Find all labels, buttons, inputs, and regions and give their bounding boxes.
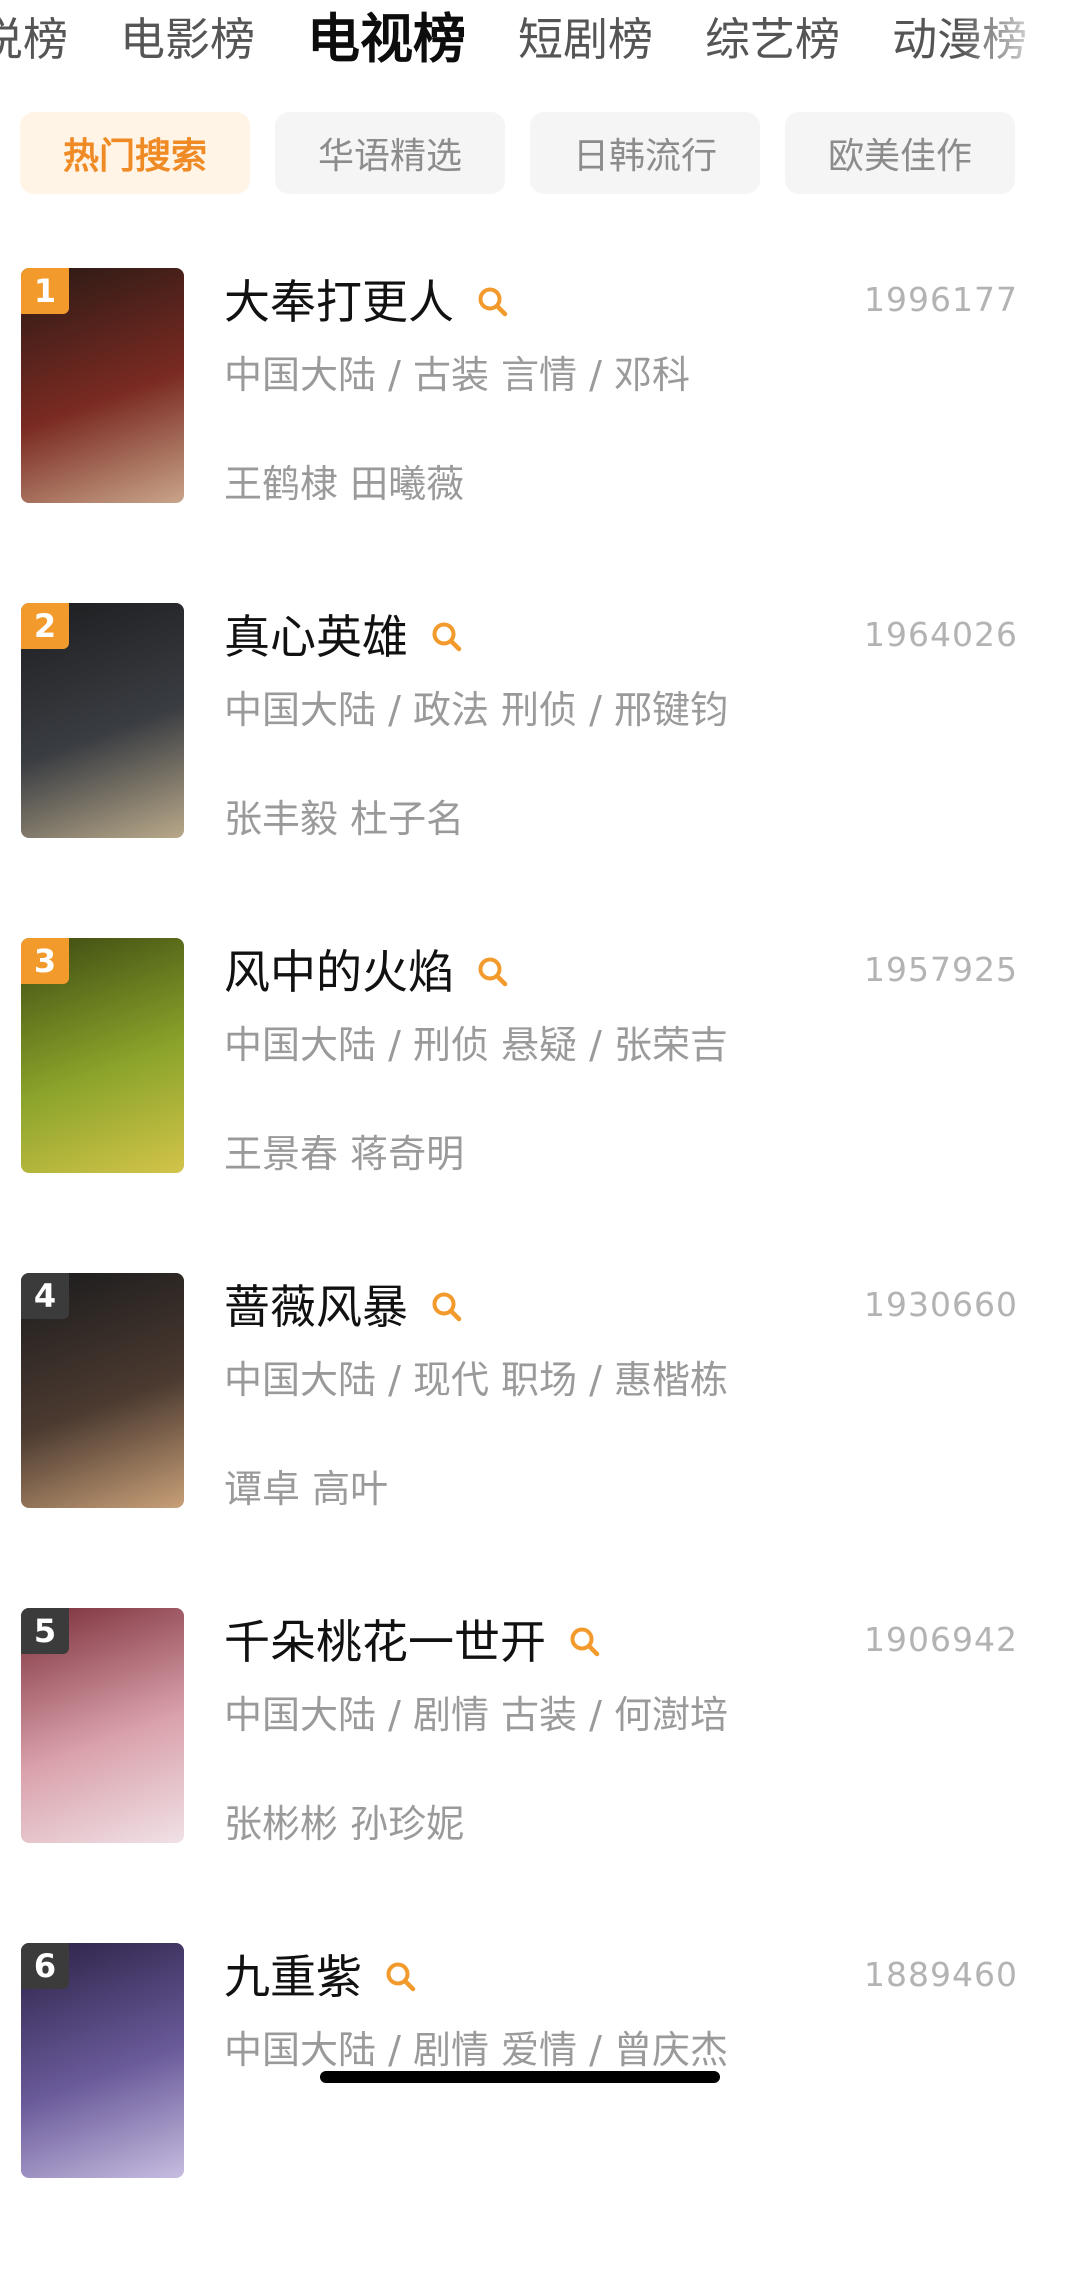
- heat-score: 1957925: [864, 950, 1018, 989]
- filter-chip-bar: 热门搜索 华语精选 日韩流行 欧美佳作: [20, 112, 1040, 194]
- rank-badge: 5: [21, 1608, 69, 1654]
- show-cast: 张丰毅 杜子名: [224, 797, 465, 841]
- show-title[interactable]: 九重紫: [224, 1947, 362, 2007]
- search-icon[interactable]: [430, 1290, 464, 1324]
- show-title[interactable]: 大奉打更人: [224, 272, 454, 332]
- heat-score: 1889460: [864, 1955, 1018, 1994]
- tab-novel-list[interactable]: 说榜: [0, 0, 68, 80]
- search-icon[interactable]: [476, 285, 510, 319]
- tab-bar-fade: [960, 0, 1080, 80]
- show-cast: 张彬彬 孙珍妮: [224, 1802, 465, 1846]
- chip-western-picks[interactable]: 欧美佳作: [785, 112, 1015, 194]
- list-item[interactable]: 3 风中的火焰 1957925 中国大陆 / 刑侦 悬疑 / 张荣吉 王景春 蒋…: [0, 938, 1080, 1273]
- rank-badge: 3: [21, 938, 69, 984]
- show-title[interactable]: 真心英雄: [224, 607, 408, 667]
- show-cast: 谭卓 高叶: [224, 1467, 389, 1511]
- list-item[interactable]: 2 真心英雄 1964026 中国大陆 / 政法 刑侦 / 邢键钧 张丰毅 杜子…: [0, 603, 1080, 938]
- rank-badge: 4: [21, 1273, 69, 1319]
- title-row: 九重紫: [224, 1947, 418, 2007]
- list-item[interactable]: 4 蔷薇风暴 1930660 中国大陆 / 现代 职场 / 惠楷栋 谭卓 高叶: [0, 1273, 1080, 1608]
- show-meta: 中国大陆 / 古装 言情 / 邓科: [224, 353, 691, 397]
- poster-image[interactable]: 2: [21, 603, 184, 838]
- show-meta: 中国大陆 / 剧情 爱情 / 曾庆杰: [224, 2028, 729, 2072]
- heat-score: 1996177: [864, 280, 1018, 319]
- show-meta: 中国大陆 / 政法 刑侦 / 邢键钧: [224, 688, 729, 732]
- list-item[interactable]: 1 大奉打更人 1996177 中国大陆 / 古装 言情 / 邓科 王鹤棣 田曦…: [0, 268, 1080, 603]
- chip-japan-korea-popular[interactable]: 日韩流行: [530, 112, 760, 194]
- list-item[interactable]: 5 千朵桃花一世开 1906942 中国大陆 / 剧情 古装 / 何澍培 张彬彬…: [0, 1608, 1080, 1943]
- title-row: 风中的火焰: [224, 942, 510, 1002]
- show-cast: 王鹤棣 田曦薇: [224, 462, 465, 506]
- show-meta: 中国大陆 / 剧情 古装 / 何澍培: [224, 1693, 729, 1737]
- poster-image[interactable]: 6: [21, 1943, 184, 2178]
- poster-image[interactable]: 3: [21, 938, 184, 1173]
- heat-score: 1906942: [864, 1620, 1018, 1659]
- title-row: 千朵桃花一世开: [224, 1612, 602, 1672]
- tab-tv-list[interactable]: 电视榜: [307, 0, 466, 80]
- chip-hot-search[interactable]: 热门搜索: [20, 112, 250, 194]
- search-icon[interactable]: [430, 620, 464, 654]
- home-indicator[interactable]: [320, 2071, 720, 2083]
- poster-image[interactable]: 1: [21, 268, 184, 503]
- chip-chinese-selection[interactable]: 华语精选: [275, 112, 505, 194]
- show-meta: 中国大陆 / 现代 职场 / 惠楷栋: [224, 1358, 729, 1402]
- search-icon[interactable]: [568, 1625, 602, 1659]
- rank-badge: 1: [21, 268, 69, 314]
- heat-score: 1930660: [864, 1285, 1018, 1324]
- category-tab-bar: 说榜 电影榜 电视榜 短剧榜 综艺榜 动漫榜: [0, 0, 1079, 80]
- rank-badge: 6: [21, 1943, 69, 1989]
- show-title[interactable]: 千朵桃花一世开: [224, 1612, 546, 1672]
- title-row: 真心英雄: [224, 607, 464, 667]
- search-icon[interactable]: [476, 955, 510, 989]
- show-title[interactable]: 风中的火焰: [224, 942, 454, 1002]
- rank-badge: 2: [21, 603, 69, 649]
- title-row: 蔷薇风暴: [224, 1277, 464, 1337]
- search-icon[interactable]: [384, 1960, 418, 1994]
- heat-score: 1964026: [864, 615, 1018, 654]
- list-item[interactable]: 6 九重紫 1889460 中国大陆 / 剧情 爱情 / 曾庆杰: [0, 1943, 1080, 2278]
- poster-image[interactable]: 4: [21, 1273, 184, 1508]
- poster-image[interactable]: 5: [21, 1608, 184, 1843]
- show-meta: 中国大陆 / 刑侦 悬疑 / 张荣吉: [224, 1023, 729, 1067]
- title-row: 大奉打更人: [224, 272, 510, 332]
- ranking-list: 1 大奉打更人 1996177 中国大陆 / 古装 言情 / 邓科 王鹤棣 田曦…: [0, 268, 1080, 2278]
- show-cast: 王景春 蒋奇明: [224, 1132, 465, 1176]
- tab-movie-list[interactable]: 电影榜: [120, 0, 255, 80]
- show-title[interactable]: 蔷薇风暴: [224, 1277, 408, 1337]
- tab-variety-list[interactable]: 综艺榜: [705, 0, 840, 80]
- tab-short-drama-list[interactable]: 短剧榜: [518, 0, 653, 80]
